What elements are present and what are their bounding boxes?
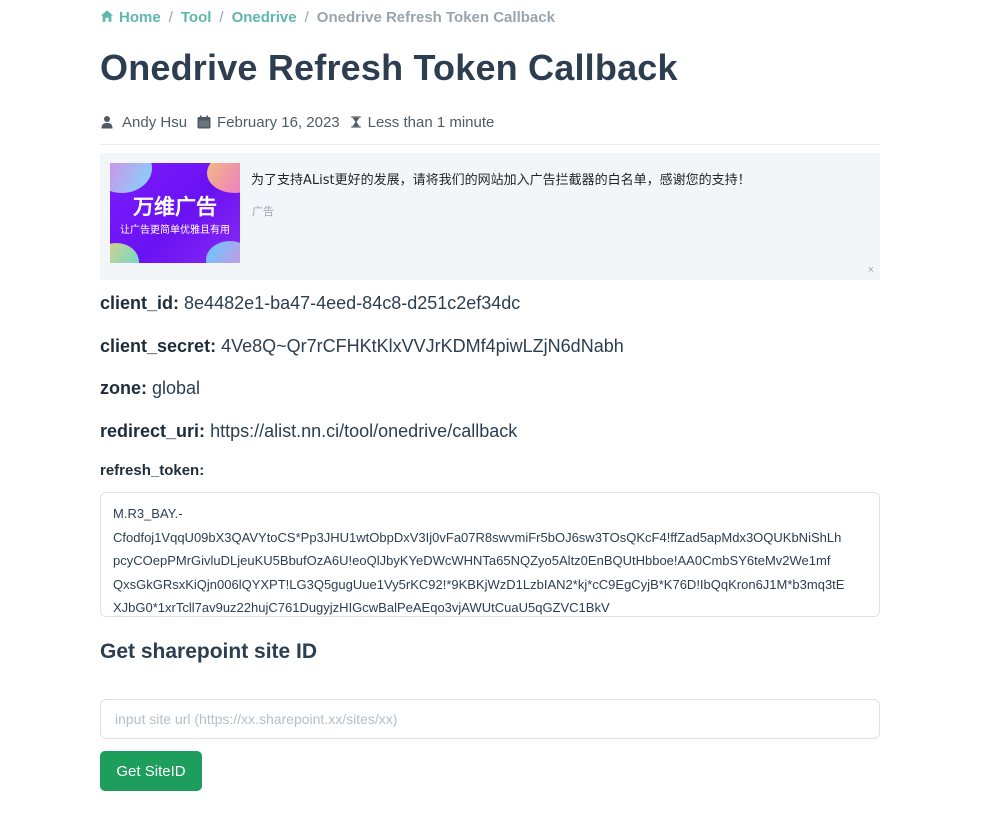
client-id-value: 8e4482e1-ba47-4eed-84c8-d251c2ef34dc bbox=[184, 293, 521, 313]
article-meta: Andy Hsu February 16, 2023 Less than 1 m… bbox=[100, 111, 504, 133]
refresh-token-line: Cfodfoj1VqqU09bX3QAVYtoCS*Pp3JHU1wtObpDx… bbox=[113, 529, 842, 545]
client-secret-row: client_secret: 4Ve8Q~Qr7rCFHKtKlxVVJrKDM… bbox=[100, 336, 624, 357]
refresh-token-textarea[interactable]: M.R3_BAY.- Cfodfoj1VqqU09bX3QAVYtoCS*Pp3… bbox=[100, 492, 880, 617]
publish-date: February 16, 2023 bbox=[217, 113, 340, 131]
redirect-uri-label: redirect_uri: bbox=[100, 421, 206, 441]
breadcrumb-current: Onedrive Refresh Token Callback bbox=[316, 8, 555, 26]
ad-slogan: 让广告更简单优雅且有用 bbox=[120, 225, 230, 236]
ad-label: 广告 bbox=[252, 205, 274, 218]
site-url-input[interactable] bbox=[100, 699, 880, 739]
client-secret-label: client_secret: bbox=[100, 336, 217, 356]
refresh-token-line: QxsGkGRsxKiQjn006lQYXPT!LG3Q5gugUue1Vy5r… bbox=[113, 576, 845, 592]
refresh-token-line: M.R3_BAY.- bbox=[113, 506, 183, 521]
client-id-row: client_id: 8e4482e1-ba47-4eed-84c8-d251c… bbox=[100, 293, 520, 314]
zone-label: zone: bbox=[100, 378, 147, 398]
breadcrumb-separator: / bbox=[219, 8, 224, 26]
author-icon bbox=[101, 116, 113, 129]
zone-row: zone: global bbox=[100, 378, 200, 399]
page-title: Onedrive Refresh Token Callback bbox=[100, 47, 678, 88]
meta-reading-time: Less than 1 minute bbox=[350, 113, 495, 131]
ad-image[interactable]: 万维广告 让广告更简单优雅且有用 bbox=[110, 163, 240, 263]
divider bbox=[100, 144, 880, 145]
ad-brand: 万维广告 bbox=[133, 195, 217, 219]
client-id-label: client_id: bbox=[100, 293, 180, 313]
get-siteid-button[interactable]: Get SiteID bbox=[100, 751, 202, 791]
ad-banner[interactable]: 万维广告 让广告更简单优雅且有用 为了支持AList更好的发展，请将我们的网站加… bbox=[100, 153, 880, 280]
refresh-token-line: pcyCOepPMrGivluDLjeuKU5BbufOzA6U!eoQlJby… bbox=[113, 553, 831, 568]
refresh-token-label: refresh_token: bbox=[100, 462, 205, 479]
breadcrumb: Home / Tool / Onedrive / Onedrive Refres… bbox=[100, 7, 555, 27]
breadcrumb-home[interactable]: Home bbox=[100, 9, 161, 26]
sharepoint-section-title: Get sharepoint site ID bbox=[100, 640, 318, 663]
ad-text[interactable]: 为了支持AList更好的发展，请将我们的网站加入广告拦截器的白名单，感谢您的支持… bbox=[251, 169, 751, 188]
breadcrumb-separator: / bbox=[304, 8, 309, 26]
meta-author: Andy Hsu bbox=[100, 114, 187, 131]
refresh-token-line: XJbG0*1xrTcll7av9uz22hujC761DugyjzHIGcwB… bbox=[113, 600, 610, 615]
home-icon bbox=[100, 9, 114, 22]
calendar-icon bbox=[197, 115, 211, 129]
redirect-uri-row: redirect_uri: https://alist.nn.ci/tool/o… bbox=[100, 421, 517, 442]
breadcrumb-onedrive[interactable]: Onedrive bbox=[232, 9, 297, 26]
breadcrumb-home-label: Home bbox=[119, 8, 161, 26]
author-name: Andy Hsu bbox=[122, 113, 188, 131]
breadcrumb-separator: / bbox=[168, 8, 173, 26]
ad-close-button[interactable]: × bbox=[868, 264, 874, 276]
hourglass-icon bbox=[350, 116, 361, 128]
breadcrumb-tool[interactable]: Tool bbox=[181, 9, 212, 26]
zone-value: global bbox=[152, 378, 201, 398]
reading-time: Less than 1 minute bbox=[367, 113, 495, 131]
client-secret-value: 4Ve8Q~Qr7rCFHKtKlxVVJrKDMf4piwLZjN6dNabh bbox=[221, 336, 624, 356]
meta-date: February 16, 2023 bbox=[197, 114, 340, 131]
redirect-uri-value: https://alist.nn.ci/tool/onedrive/callba… bbox=[210, 421, 518, 441]
